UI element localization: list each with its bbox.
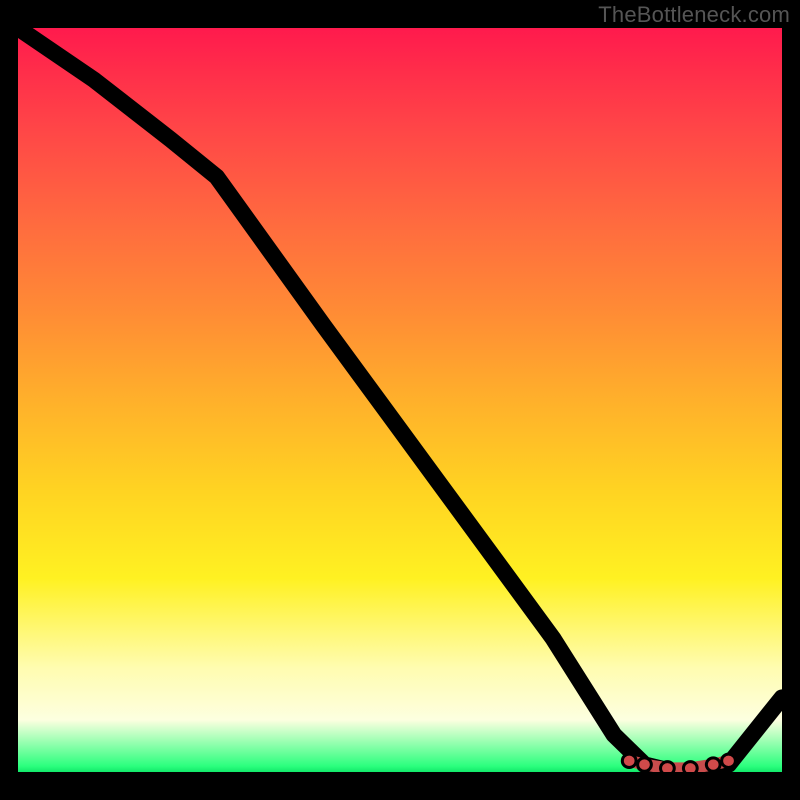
attribution-text: TheBottleneck.com (598, 2, 790, 28)
chart-plot-area (18, 28, 782, 772)
chart-root: TheBottleneck.com (0, 0, 800, 800)
